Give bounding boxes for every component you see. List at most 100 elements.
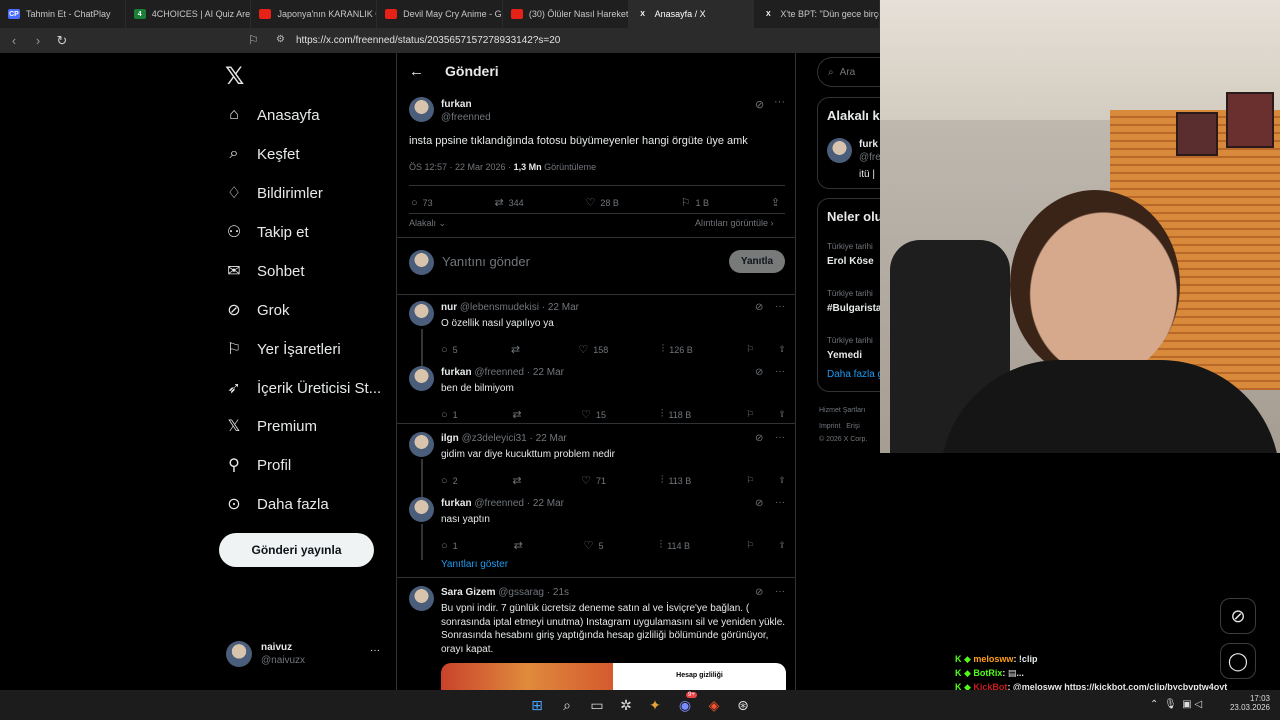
search-icon[interactable]: ⌕ xyxy=(558,696,576,714)
more-icon[interactable]: ··· xyxy=(775,497,785,508)
reply-submit-button[interactable]: Yanıtla xyxy=(729,250,785,273)
discord-icon[interactable]: ◉ 9+ xyxy=(676,692,697,714)
repost-button[interactable]: ⇄ xyxy=(514,539,528,552)
footer-link[interactable]: Erişi xyxy=(846,423,860,430)
grok-icon[interactable]: ⊘ xyxy=(755,367,763,378)
repost-button[interactable]: ⇄ xyxy=(511,343,525,356)
reply-author-handle[interactable]: @freenned xyxy=(474,498,524,509)
like-button[interactable]: ♡ 5 xyxy=(584,539,604,552)
reply-author-handle[interactable]: @freenned xyxy=(474,367,524,378)
more-icon[interactable]: ··· xyxy=(775,301,785,312)
bookmark-star-icon[interactable]: ⚐ xyxy=(248,33,259,47)
forward-arrow-icon[interactable]: › xyxy=(28,33,48,48)
more-icon[interactable]: ··· xyxy=(775,366,785,377)
like-button[interactable]: ♡ 71 xyxy=(581,474,606,487)
footer-link[interactable]: Hizmet Şartları xyxy=(819,407,865,414)
reply-button[interactable]: ○ 1 xyxy=(441,408,458,421)
like-button[interactable]: ♡ 158 xyxy=(578,343,608,356)
post-button[interactable]: Gönderi yayınla xyxy=(219,533,374,567)
reply-image[interactable] xyxy=(441,663,613,690)
sidebar-item-5[interactable]: ✉ Sohbet xyxy=(225,256,304,286)
reply-author-handle[interactable]: @lebensmudekisi xyxy=(460,302,539,313)
views-button[interactable]: ⫶ 118 B xyxy=(661,408,692,421)
back-arrow-icon[interactable]: ← xyxy=(409,63,424,80)
grok-icon[interactable]: ⊘ xyxy=(755,498,763,509)
sidebar-item-10[interactable]: ⚲ Profil xyxy=(225,450,291,480)
browser-tab[interactable]: 4 4CHOICES | AI Quiz Arena xyxy=(126,0,252,28)
back-arrow-icon[interactable]: ‹ xyxy=(4,33,24,48)
share-button[interactable]: ⇪ xyxy=(771,196,785,209)
reply-author-name[interactable]: nur xyxy=(441,302,457,313)
chatgpt-icon[interactable]: ✲ xyxy=(617,696,635,714)
views-button[interactable]: ⫶ 114 B xyxy=(659,539,690,552)
site-info-icon[interactable]: ⚙ xyxy=(276,34,285,45)
browser-tab-active[interactable]: X Anasayfa / X xyxy=(628,0,755,28)
grok-icon[interactable]: ⊘ xyxy=(755,587,763,598)
sidebar-item-2[interactable]: ⌕ Keşfet xyxy=(225,139,300,169)
browser-tab[interactable]: Japonya'nın KARANLIK Ge xyxy=(251,0,378,28)
reply-author-name[interactable]: furkan xyxy=(441,367,472,378)
author-avatar[interactable] xyxy=(409,97,434,122)
share-icon[interactable]: ⇪ xyxy=(778,540,786,551)
reply-post[interactable]: nur @lebensmudekisi · 22 Mar ⊘ ··· O özelli… xyxy=(397,301,795,359)
clock[interactable]: 17:03 23.03.2026 xyxy=(1226,694,1270,712)
more-icon[interactable]: ··· xyxy=(775,432,785,443)
like-button[interactable]: ♡ 15 xyxy=(581,408,606,421)
repost-button[interactable]: ⇄ xyxy=(512,474,526,487)
sidebar-item-1[interactable]: ⌂ Anasayfa xyxy=(225,100,319,130)
like-button[interactable]: ♡ 28 B xyxy=(585,196,618,209)
footer-link[interactable]: Imprint xyxy=(819,423,840,430)
sidebar-item-7[interactable]: ⚐ Yer İşaretleri xyxy=(225,334,341,364)
share-icon[interactable]: ⇪ xyxy=(778,344,786,355)
reply-author-name[interactable]: Sara Gizem xyxy=(441,587,495,598)
x-logo-icon[interactable]: 𝕏 xyxy=(225,62,244,91)
bookmark-icon[interactable]: ⚐ xyxy=(746,344,754,355)
reply-button[interactable]: ○ 2 xyxy=(441,474,458,487)
more-icon[interactable]: ··· xyxy=(775,586,785,597)
share-icon[interactable]: ⇪ xyxy=(778,475,786,486)
reply-input[interactable]: Yanıtını gönder xyxy=(442,254,530,269)
chat-bubble-icon[interactable]: ◯ xyxy=(1220,643,1256,679)
grok-icon[interactable]: ⊘ xyxy=(755,98,764,111)
sidebar-item-4[interactable]: ⚇ Takip et xyxy=(225,217,309,247)
system-tray[interactable]: ⌃ 🎙 ▣ ◁ xyxy=(1150,699,1202,710)
search-input[interactable]: ⌕ Ara xyxy=(817,57,880,87)
browser-tab[interactable]: (30) Ölüler Nasıl Hareket E xyxy=(503,0,629,28)
browser-tab[interactable]: Devil May Cry Anime - Gö xyxy=(377,0,503,28)
account-switcher[interactable]: naivuz @naivuzx ··· xyxy=(226,641,386,671)
reply-button[interactable]: ○ 73 xyxy=(411,196,433,209)
author-name[interactable]: furkan xyxy=(441,99,472,110)
more-icon[interactable]: ··· xyxy=(370,645,380,656)
reply-button[interactable]: ○ 5 xyxy=(441,343,458,356)
show-more-link[interactable]: Daha fazla g xyxy=(827,369,880,380)
author-handle[interactable]: @freenned xyxy=(441,112,491,123)
reply-avatar[interactable] xyxy=(409,586,434,611)
bookmark-button[interactable]: ⚐ 1 B xyxy=(681,196,709,209)
reply-author-handle[interactable]: @gssarag xyxy=(498,587,544,598)
repost-button[interactable]: ⇄ 344 xyxy=(494,196,523,209)
browser-tab[interactable]: CP Tahmin Et - ChatPlay xyxy=(0,0,126,28)
grok-icon[interactable]: ⊘ xyxy=(755,433,763,444)
reply-post[interactable]: furkan @freenned · 22 Mar ⊘ ··· ben de bilm… xyxy=(397,366,795,424)
reply-avatar[interactable] xyxy=(409,497,434,522)
steam-icon[interactable]: ⊛ xyxy=(734,696,752,714)
more-icon[interactable]: ··· xyxy=(774,96,785,108)
windows-start-icon[interactable]: ⊞ xyxy=(528,696,546,714)
bookmark-icon[interactable]: ⚐ xyxy=(746,409,754,420)
file-explorer-icon[interactable]: ▭ xyxy=(588,696,606,714)
app-icon[interactable]: ✦ xyxy=(646,696,664,714)
reply-button[interactable]: ○ 1 xyxy=(441,539,458,552)
grok-icon[interactable]: ⊘ xyxy=(755,302,763,313)
url-field[interactable]: https://x.com/freenned/status/2035657157… xyxy=(296,32,906,49)
sidebar-item-3[interactable]: ♢ Bildirimler xyxy=(225,178,323,208)
sidebar-item-6[interactable]: ⊘ Grok xyxy=(225,295,289,325)
related-user-handle[interactable]: @fre xyxy=(859,152,880,163)
brave-icon[interactable]: ◈ xyxy=(705,696,723,714)
reply-avatar[interactable] xyxy=(409,432,434,457)
share-icon[interactable]: ⇪ xyxy=(778,409,786,420)
browser-tab[interactable]: X X'te BPT: "Dün gece birço xyxy=(754,0,881,28)
grok-float-icon[interactable]: ⊘ xyxy=(1220,598,1256,634)
avatar[interactable] xyxy=(827,138,852,163)
sidebar-item-8[interactable]: ➶ İçerik Üreticisi St... xyxy=(225,373,381,403)
reload-icon[interactable]: ↻ xyxy=(52,33,72,49)
